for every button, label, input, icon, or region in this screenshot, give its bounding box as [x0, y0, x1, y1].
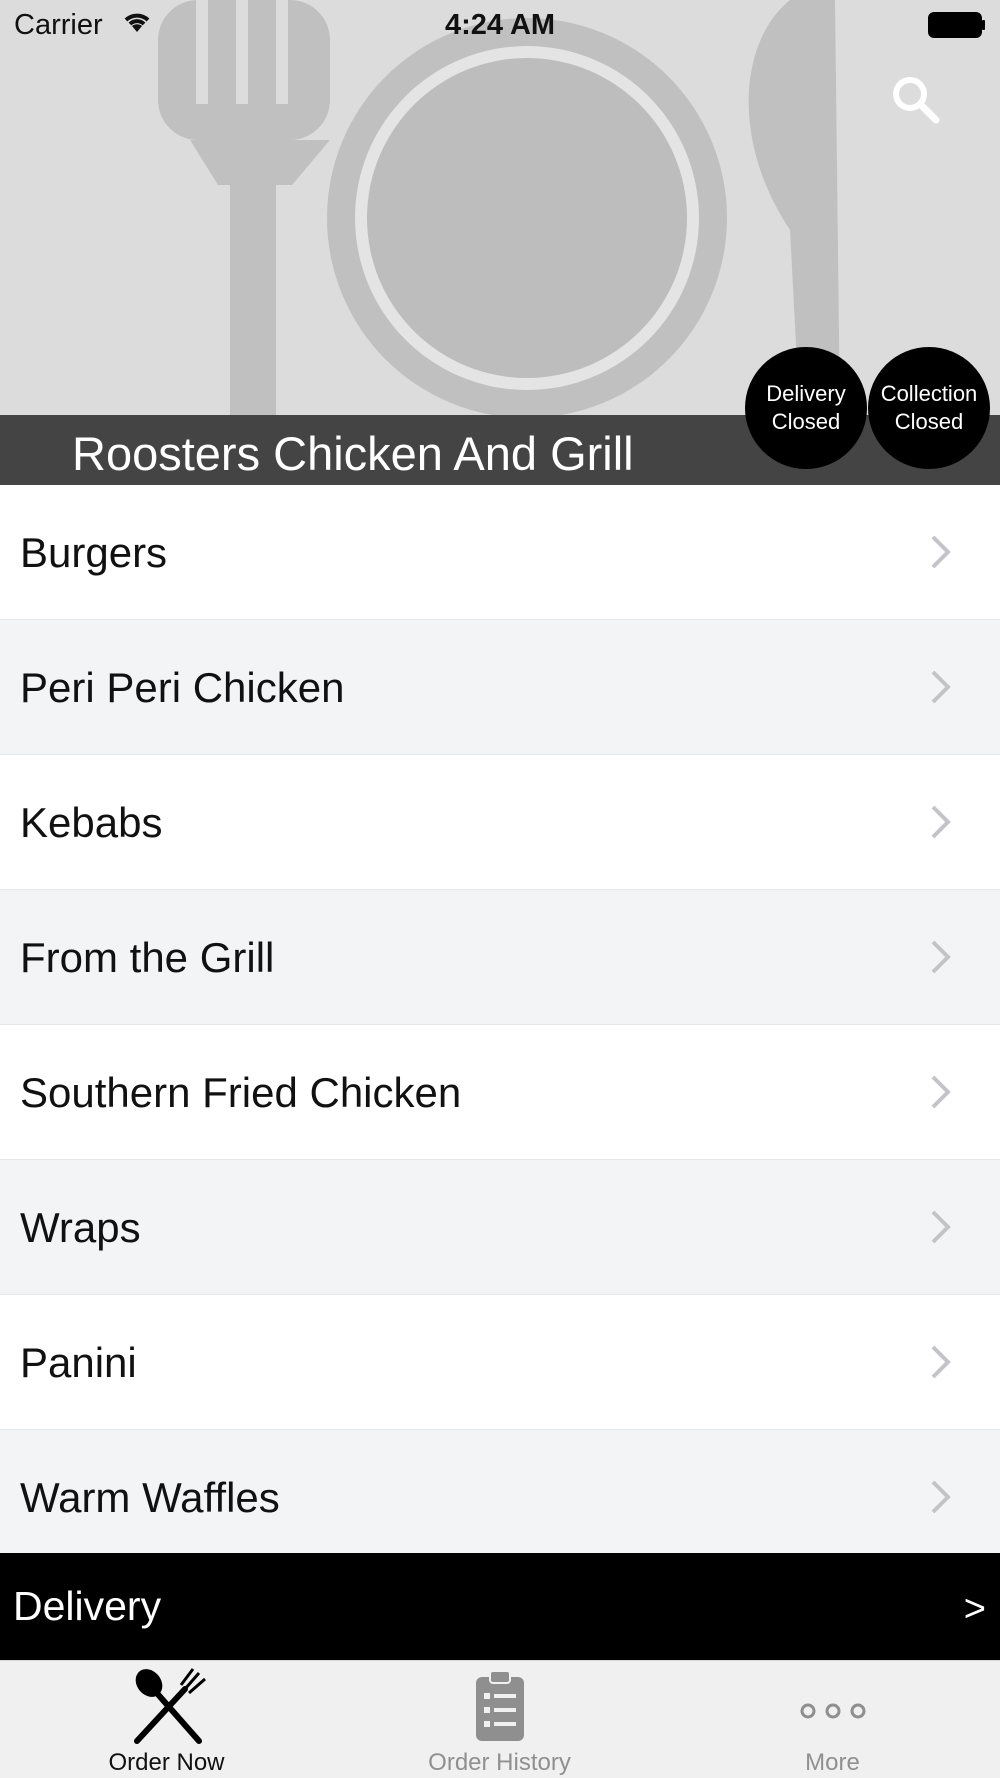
chevron-right-icon — [931, 535, 951, 569]
delivery-mode-bar[interactable]: Delivery > — [0, 1553, 1000, 1660]
collection-badge-line1: Collection — [880, 381, 978, 406]
tab-more[interactable]: More — [666, 1661, 999, 1778]
more-dots-icon — [800, 1703, 865, 1719]
tab-order-now[interactable]: Order Now — [0, 1661, 333, 1778]
chevron-right-icon — [931, 1480, 951, 1514]
menu-item-warm-waffles[interactable]: Warm Waffles — [0, 1430, 1000, 1553]
battery-icon — [928, 12, 985, 38]
menu-item-southern-fried-chicken[interactable]: Southern Fried Chicken — [0, 1025, 1000, 1160]
menu-item-label: Warm Waffles — [20, 1474, 280, 1521]
menu-item-label: Peri Peri Chicken — [20, 664, 345, 711]
menu-item-burgers[interactable]: Burgers — [0, 485, 1000, 620]
delivery-badge-line1: Delivery — [766, 381, 846, 406]
delivery-mode-label: Delivery — [13, 1583, 162, 1629]
menu-item-label: Wraps — [20, 1204, 141, 1251]
chevron-right-icon — [931, 940, 951, 974]
chevron-right-icon — [931, 1210, 951, 1244]
header-hero: Carrier 4:24 AM Roosters Chicken And Gri… — [0, 0, 1000, 485]
tab-label: Order Now — [108, 1749, 225, 1776]
menu-item-wraps[interactable]: Wraps — [0, 1160, 1000, 1295]
collection-badge-line2: Closed — [894, 409, 964, 434]
search-icon[interactable] — [888, 72, 944, 128]
chevron-right-icon — [931, 1075, 951, 1109]
menu-item-label: Panini — [20, 1339, 137, 1386]
chevron-right-icon — [931, 1345, 951, 1379]
delivery-badge-line2: Closed — [771, 409, 841, 434]
menu-item-label: Burgers — [20, 529, 168, 576]
restaurant-title: Roosters Chicken And Grill — [72, 427, 634, 480]
menu-item-kebabs[interactable]: Kebabs — [0, 755, 1000, 890]
menu-item-from-the-grill[interactable]: From the Grill — [0, 890, 1000, 1025]
menu-category-list: Burgers Peri Peri Chicken Kebabs From th… — [0, 485, 1000, 1553]
status-bar: Carrier 4:24 AM — [0, 0, 1000, 50]
menu-item-label: Kebabs — [20, 799, 163, 846]
clipboard-icon — [475, 1670, 524, 1741]
tab-label: More — [805, 1749, 860, 1776]
tab-bar: Order Now Order History More — [0, 1660, 1000, 1778]
chevron-right-icon — [931, 670, 951, 704]
menu-item-panini[interactable]: Panini — [0, 1295, 1000, 1430]
menu-item-label: Southern Fried Chicken — [20, 1069, 462, 1116]
tab-order-history[interactable]: Order History — [333, 1661, 666, 1778]
tab-label: Order History — [428, 1749, 571, 1776]
fork-knife-icon — [133, 1668, 206, 1744]
menu-item-peri-peri-chicken[interactable]: Peri Peri Chicken — [0, 620, 1000, 755]
collection-status-badge: Collection Closed — [868, 347, 990, 469]
status-time: 4:24 AM — [444, 9, 556, 41]
menu-item-label: From the Grill — [20, 934, 275, 981]
delivery-status-badge: Delivery Closed — [745, 347, 867, 469]
chevron-right-icon — [931, 805, 951, 839]
delivery-arrow: > — [963, 1588, 986, 1630]
